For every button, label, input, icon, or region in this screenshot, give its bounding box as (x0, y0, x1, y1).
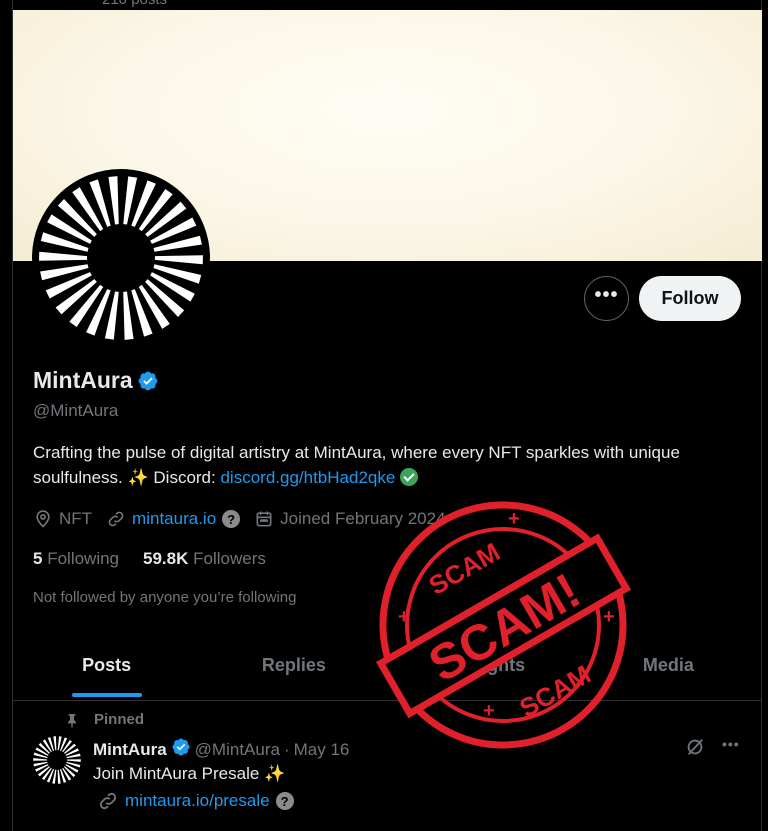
profile-bio: Crafting the pulse of digital artistry a… (33, 440, 743, 490)
burst-ray (57, 769, 61, 784)
post-separator: · (283, 739, 290, 759)
profile-meta: NFT mintaura.io ? Joined February 2024 (33, 507, 460, 531)
more-options-button[interactable]: ••• (584, 276, 629, 321)
follow-button[interactable]: Follow (639, 276, 741, 321)
avatar-burst-logo (39, 176, 203, 340)
display-name-text: MintAura (33, 367, 133, 393)
tab-posts[interactable]: Posts (13, 639, 200, 700)
post-author-name[interactable]: MintAura (93, 740, 167, 760)
followers-label: Followers (193, 549, 266, 568)
post-author-avatar[interactable] (32, 735, 82, 785)
pin-icon (68, 713, 76, 727)
post-header: MintAura @MintAura · May 16 (93, 737, 349, 762)
location-item: NFT (33, 509, 92, 529)
burst-ray (66, 759, 81, 762)
following-count: 5 (33, 549, 43, 568)
post-more-icon[interactable]: ••• (722, 736, 740, 752)
profile-handle: @MintAura (33, 401, 119, 420)
pinned-label: Pinned (94, 711, 145, 728)
tab-replies[interactable]: Replies (200, 639, 387, 700)
link-icon (108, 511, 124, 527)
post-link-row: mintaura.io/presale ? (97, 790, 294, 812)
verified-badge-icon[interactable] (137, 370, 159, 392)
bio-discord-link[interactable]: discord.gg/htbHad2qke (220, 468, 395, 487)
display-name: MintAura (33, 367, 159, 394)
burst-ray (123, 291, 134, 340)
post-text: Join MintAura Presale ✨ (93, 764, 286, 783)
avatar-burst-logo-small (33, 736, 81, 784)
burst-ray (39, 251, 88, 261)
burst-ray (108, 176, 119, 225)
followers-count: 59.8K (143, 549, 189, 568)
burst-ray (154, 255, 203, 265)
location-text: NFT (59, 509, 93, 528)
profile-tabs: Posts Replies Highlights Media (13, 639, 762, 701)
green-check-icon (400, 468, 419, 486)
pinned-indicator: Pinned (64, 711, 144, 728)
following-label: Following (47, 549, 120, 568)
following-link[interactable]: 5 Following (33, 549, 119, 569)
post-actions: ••• (684, 736, 740, 758)
followers-link[interactable]: 59.8K Followers (143, 549, 266, 569)
not-followed-note: Not followed by anyone you’re following (33, 589, 297, 606)
post-date[interactable]: May 16 (294, 740, 350, 760)
burst-ray (33, 758, 48, 761)
joined-text: Joined February 2024 (280, 509, 446, 528)
calendar-icon (256, 511, 272, 527)
verified-badge-icon[interactable] (171, 737, 191, 762)
more-icon: ••• (594, 283, 619, 306)
website-item: mintaura.io ? (106, 509, 241, 529)
follow-stats: 5 Following 59.8K Followers (33, 549, 266, 569)
question-badge-icon[interactable]: ? (222, 510, 241, 528)
question-badge-icon[interactable]: ? (275, 792, 294, 810)
tab-media[interactable]: Media (575, 639, 762, 700)
grok-icon[interactable] (684, 736, 706, 758)
joined-item: Joined February 2024 (254, 509, 446, 529)
location-icon (36, 510, 50, 528)
post-presale-link[interactable]: mintaura.io/presale (125, 791, 270, 811)
profile-avatar[interactable] (32, 169, 210, 347)
website-link[interactable]: mintaura.io (132, 509, 216, 529)
burst-ray (53, 736, 57, 751)
link-icon (99, 792, 117, 810)
post-author-handle[interactable]: @MintAura (195, 740, 280, 760)
tab-highlights[interactable]: Highlights (388, 639, 575, 700)
